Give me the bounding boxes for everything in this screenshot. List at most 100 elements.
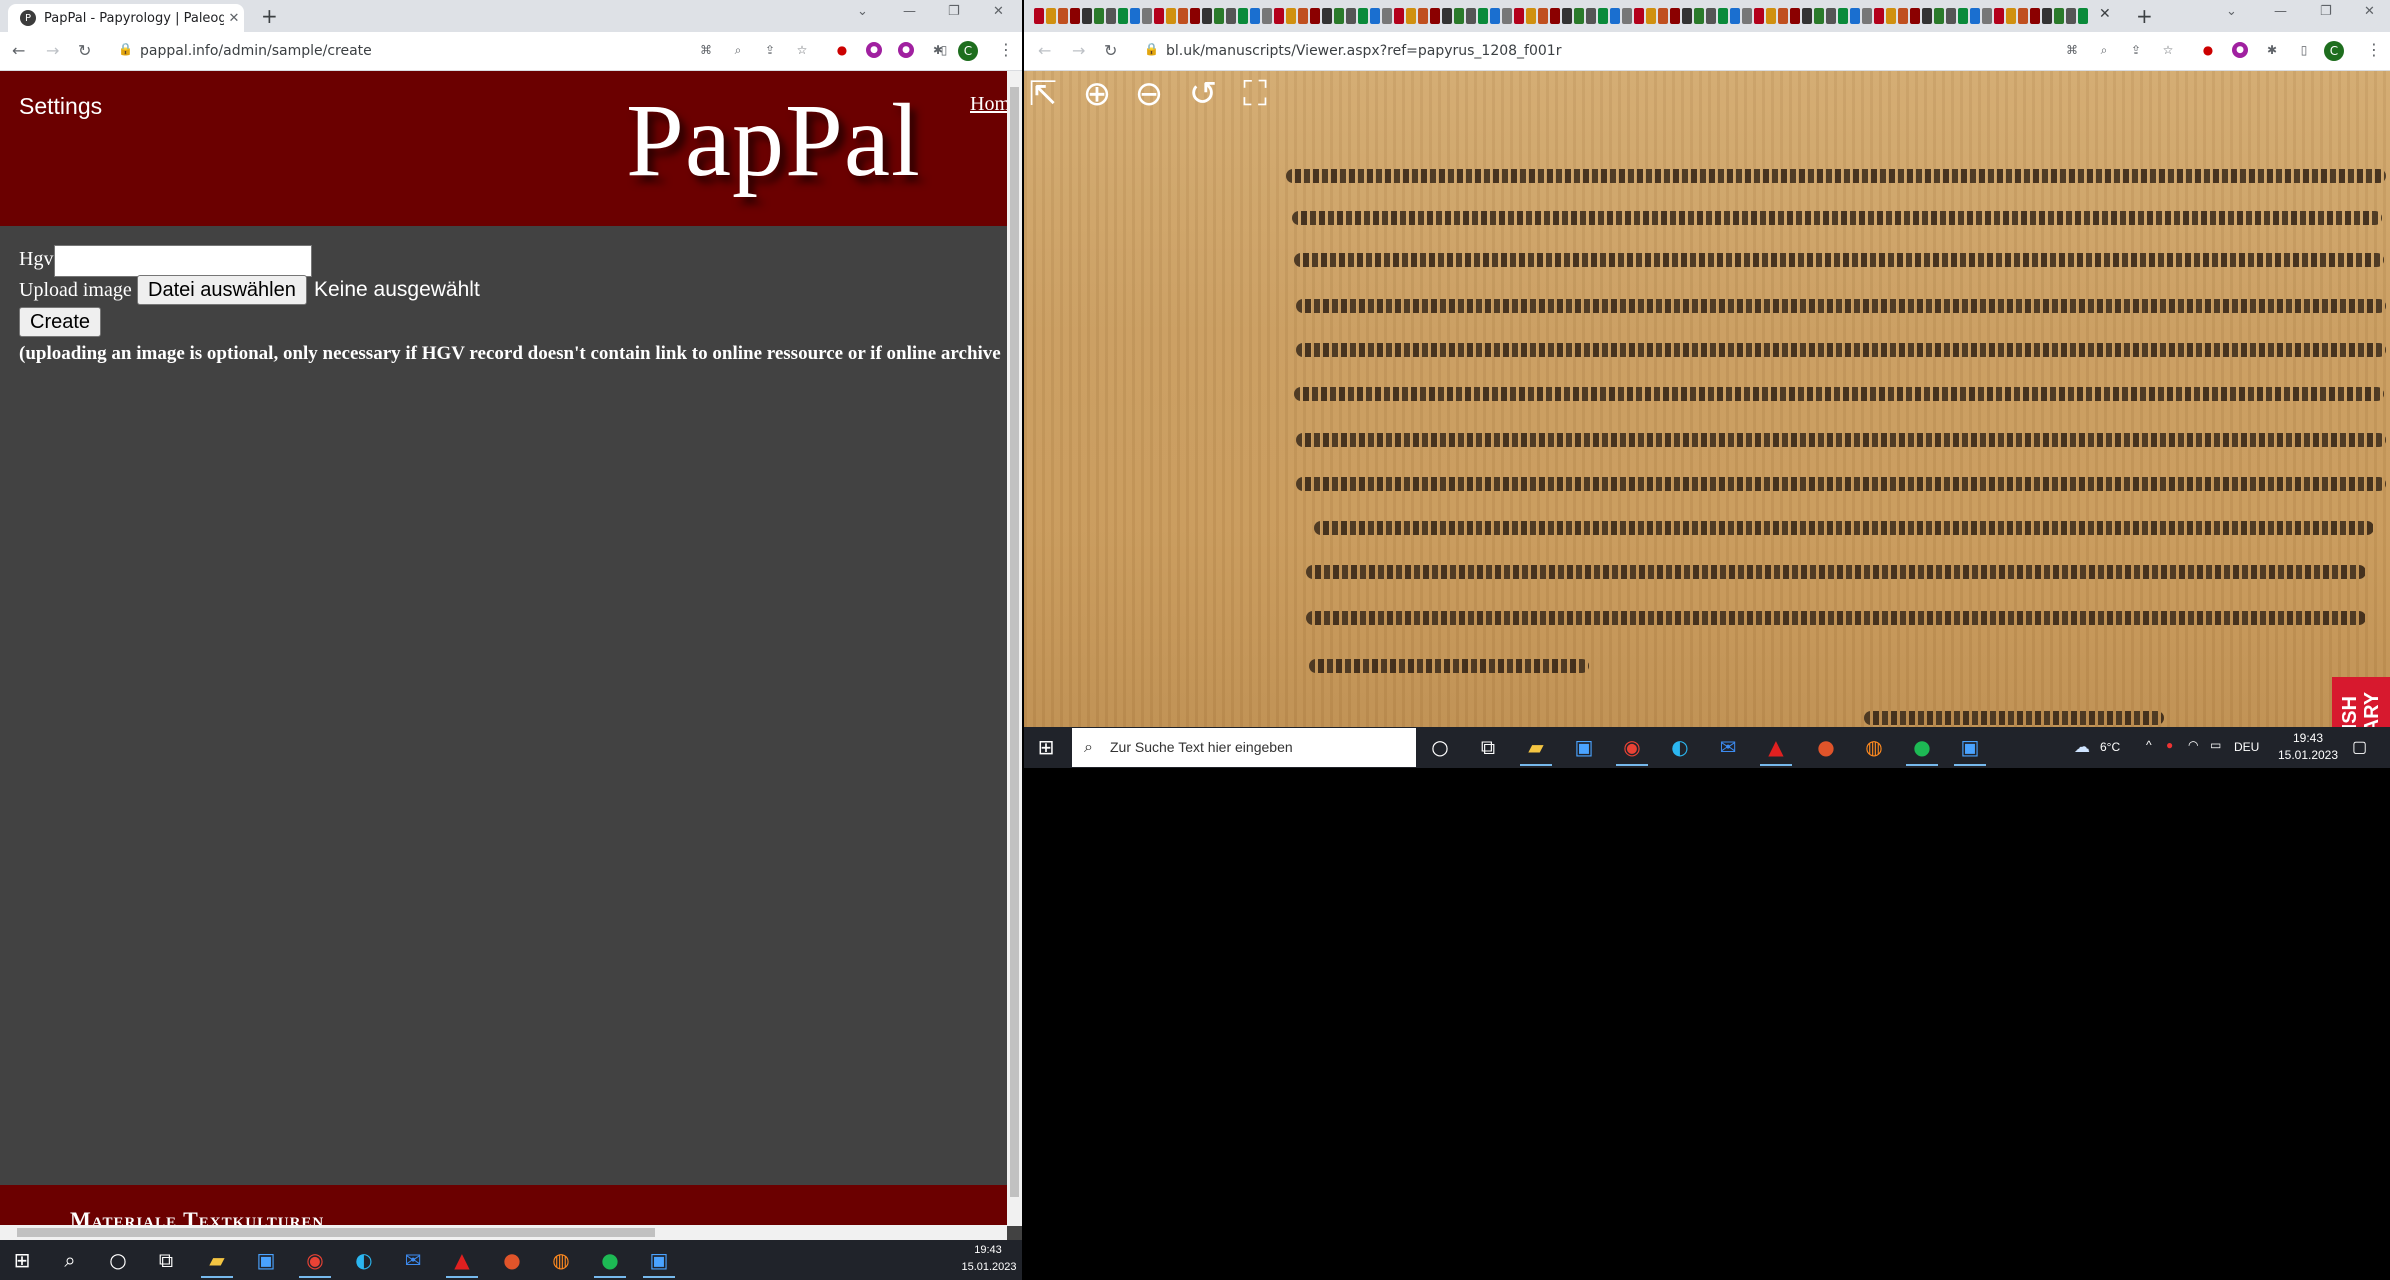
- pinned-tab-favicon-icon[interactable]: [1610, 8, 1620, 24]
- pinned-tab-favicon-icon[interactable]: [1538, 8, 1548, 24]
- pinned-tab-favicon-icon[interactable]: [2018, 8, 2028, 24]
- pinned-tab-favicon-icon[interactable]: [1190, 8, 1200, 24]
- pinned-tab-favicon-icon[interactable]: [1994, 8, 2004, 24]
- minimize-icon[interactable]: —: [903, 4, 916, 19]
- taskbar-search-box[interactable]: ⌕ Zur Suche Text hier eingeben: [1072, 728, 1416, 767]
- edge-icon[interactable]: ◐: [352, 1248, 376, 1272]
- task-view-icon[interactable]: ⧉: [1476, 735, 1500, 759]
- pinned-tab-favicon-icon[interactable]: [2006, 8, 2016, 24]
- wifi-icon[interactable]: ◠: [2188, 738, 2198, 752]
- pinned-tab-favicon-icon[interactable]: [1262, 8, 1272, 24]
- pinned-tab-favicon-icon[interactable]: [1598, 8, 1608, 24]
- profile-avatar[interactable]: C: [958, 41, 978, 61]
- file-explorer-icon[interactable]: ▰: [1524, 735, 1548, 759]
- pinned-tab-favicon-icon[interactable]: [1502, 8, 1512, 24]
- pinned-tab-favicon-icon[interactable]: [1274, 8, 1284, 24]
- exit-icon[interactable]: ⇱: [1024, 75, 1062, 113]
- cortana-icon[interactable]: ○: [1428, 735, 1452, 759]
- pinned-tab-favicon-icon[interactable]: [1454, 8, 1464, 24]
- new-tab-icon-right[interactable]: +: [2136, 4, 2153, 28]
- pinned-tab-favicon-icon[interactable]: [1970, 8, 1980, 24]
- chrome-icon[interactable]: ◉: [303, 1248, 327, 1272]
- zoom-out-icon[interactable]: ⊖: [1130, 75, 1168, 113]
- pinned-tab-favicon-icon[interactable]: [1706, 8, 1716, 24]
- vertical-scrollbar[interactable]: [1007, 71, 1022, 1226]
- pinned-tab-favicon-icon[interactable]: [1934, 8, 1944, 24]
- translate-icon-right[interactable]: ⌘: [2064, 42, 2080, 58]
- pinned-tab-favicon-icon[interactable]: [1382, 8, 1392, 24]
- pinned-tab-favicon-icon[interactable]: [2066, 8, 2076, 24]
- forward-icon[interactable]: →: [46, 41, 59, 60]
- pinned-tab-favicon-icon[interactable]: [1646, 8, 1656, 24]
- close-tab-icon[interactable]: ✕: [224, 11, 244, 26]
- translate-icon[interactable]: ⌘: [698, 42, 714, 58]
- store-icon[interactable]: ▣: [1572, 735, 1596, 759]
- close-window-icon[interactable]: ✕: [993, 4, 1004, 19]
- extensions-puzzle-icon-right[interactable]: ✱: [2264, 42, 2280, 58]
- file-explorer-icon[interactable]: ▰: [205, 1248, 229, 1272]
- share-icon-right[interactable]: ⇪: [2128, 42, 2144, 58]
- bookmark-star-icon-right[interactable]: ☆: [2160, 42, 2176, 58]
- tab-pappal[interactable]: P PapPal - Papyrology | Paleograph ✕: [8, 4, 244, 32]
- close-tab-icon-right[interactable]: ✕: [2099, 6, 2111, 22]
- extension-red-icon[interactable]: ●: [834, 42, 850, 58]
- notification-icon[interactable]: ▢: [2352, 737, 2367, 757]
- pinned-tabs-row[interactable]: [1034, 8, 2119, 26]
- chrome-icon[interactable]: ◉: [1620, 735, 1644, 759]
- pinned-tab-favicon-icon[interactable]: [1130, 8, 1140, 24]
- photos-icon[interactable]: ▣: [1958, 735, 1982, 759]
- pinned-tab-favicon-icon[interactable]: [1094, 8, 1104, 24]
- lock-icon[interactable]: 🔒: [118, 42, 133, 56]
- powerpoint-icon[interactable]: ●: [500, 1248, 524, 1272]
- taskbar-date[interactable]: 15.01.2023: [2276, 748, 2340, 762]
- pinned-tab-favicon-icon[interactable]: [1922, 8, 1932, 24]
- pinned-tab-favicon-icon[interactable]: [1838, 8, 1848, 24]
- pinned-tab-favicon-icon[interactable]: [2054, 8, 2064, 24]
- firefox-icon[interactable]: ◍: [1862, 735, 1886, 759]
- back-icon[interactable]: ←: [12, 41, 25, 60]
- zoom-icon[interactable]: ⌕: [730, 42, 746, 58]
- pinned-tab-favicon-icon[interactable]: [1358, 8, 1368, 24]
- choose-file-button[interactable]: Datei auswählen: [137, 275, 307, 305]
- pinned-tab-favicon-icon[interactable]: [1790, 8, 1800, 24]
- pinned-tab-favicon-icon[interactable]: [1226, 8, 1236, 24]
- lock-icon-right[interactable]: 🔒: [1144, 42, 1159, 56]
- pinned-tab-favicon-icon[interactable]: [1238, 8, 1248, 24]
- pinned-tab-favicon-icon[interactable]: [1334, 8, 1344, 24]
- pinned-tab-favicon-icon[interactable]: [1946, 8, 1956, 24]
- zoom-in-icon[interactable]: ⊕: [1078, 75, 1116, 113]
- sidepanel-icon-right[interactable]: ▯: [2296, 42, 2312, 58]
- pinned-tab-favicon-icon[interactable]: [1814, 8, 1824, 24]
- pinned-tab-favicon-icon[interactable]: [1586, 8, 1596, 24]
- pinned-tab-favicon-icon[interactable]: [1910, 8, 1920, 24]
- horizontal-scroll-thumb[interactable]: [17, 1228, 655, 1237]
- pinned-tab-favicon-icon[interactable]: [1658, 8, 1668, 24]
- pinned-tab-favicon-icon[interactable]: [1142, 8, 1152, 24]
- sidepanel-icon[interactable]: ▯: [936, 42, 952, 58]
- share-icon[interactable]: ⇪: [762, 42, 778, 58]
- main-taskbar-time[interactable]: 19:43: [960, 1244, 1016, 1256]
- tab-search-icon-right[interactable]: ⌄: [2226, 4, 2237, 19]
- extension-purple-icon-right[interactable]: ●: [2232, 42, 2248, 58]
- pinned-tab-favicon-icon[interactable]: [1058, 8, 1068, 24]
- papyrus-image[interactable]: ⇱ ⊕ ⊖ ↺ ⛶ BRITISH LIBRARY: [1024, 71, 2390, 768]
- photos-icon[interactable]: ▣: [647, 1248, 671, 1272]
- pinned-tab-favicon-icon[interactable]: [1682, 8, 1692, 24]
- pinned-tab-favicon-icon[interactable]: [1466, 8, 1476, 24]
- pinned-tab-favicon-icon[interactable]: [1046, 8, 1056, 24]
- edge-icon[interactable]: ◐: [1668, 735, 1692, 759]
- pinned-tab-favicon-icon[interactable]: [1106, 8, 1116, 24]
- pinned-tab-favicon-icon[interactable]: [1778, 8, 1788, 24]
- windows-start-icon[interactable]: ⊞: [1034, 735, 1058, 759]
- acrobat-icon[interactable]: ▲: [1764, 735, 1788, 759]
- back-icon-right[interactable]: ←: [1038, 41, 1051, 60]
- pinned-tab-favicon-icon[interactable]: [1634, 8, 1644, 24]
- rotate-icon[interactable]: ↺: [1184, 75, 1222, 113]
- menu-kebab-icon-right[interactable]: ⋮: [2366, 40, 2382, 59]
- pinned-tab-favicon-icon[interactable]: [2042, 8, 2052, 24]
- pappal-logo[interactable]: PapPal: [626, 81, 921, 200]
- spotify-icon[interactable]: ●: [1910, 735, 1934, 759]
- search-icon[interactable]: ⌕: [58, 1248, 82, 1272]
- pinned-tab-favicon-icon[interactable]: [1730, 8, 1740, 24]
- pinned-tab-favicon-icon[interactable]: [1526, 8, 1536, 24]
